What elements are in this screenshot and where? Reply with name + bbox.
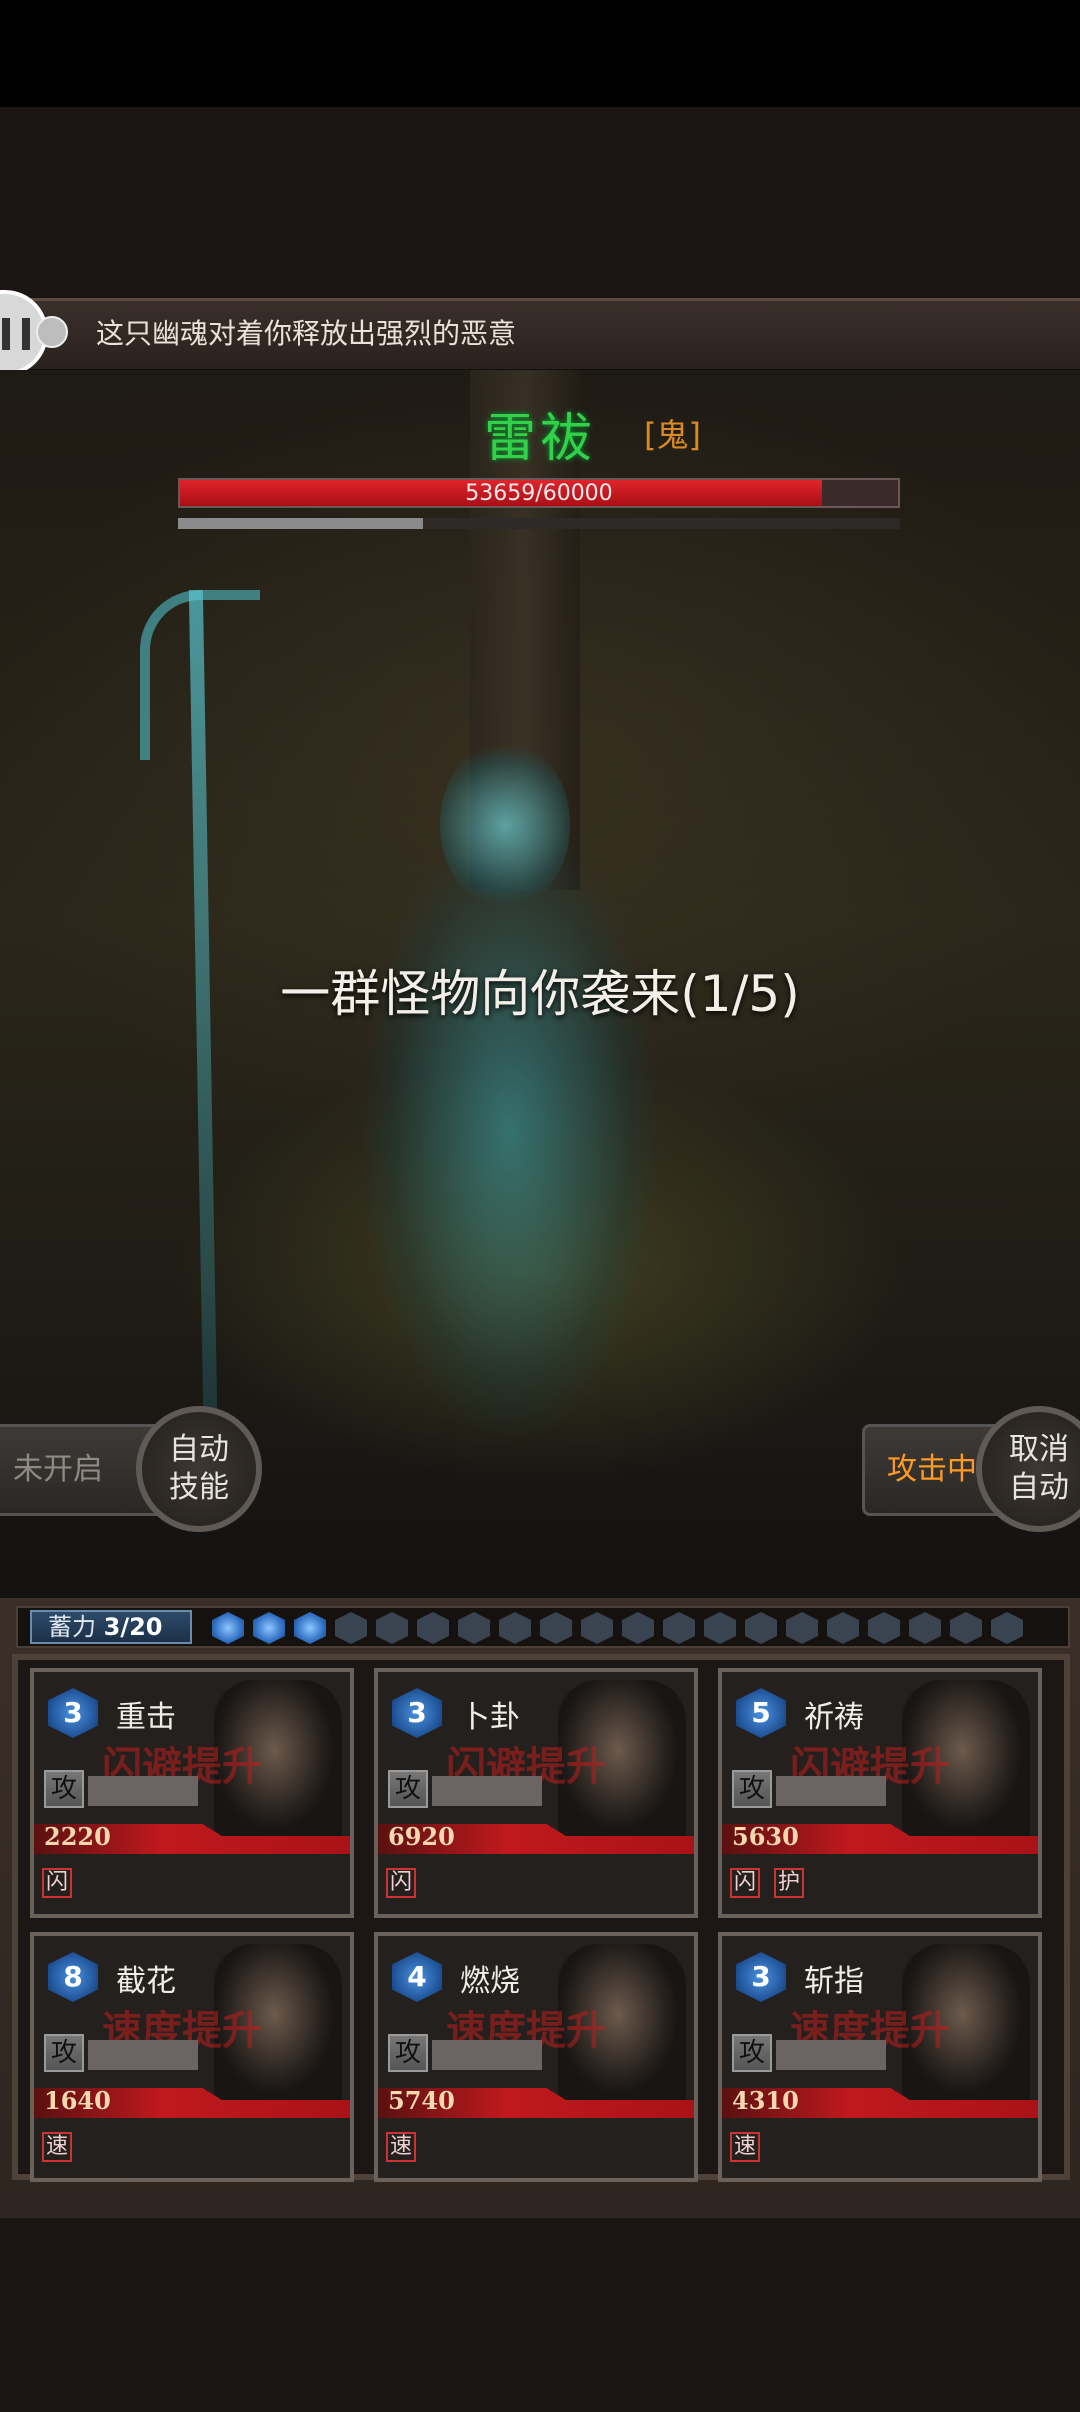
level-badge-icon: 3 (48, 1688, 98, 1738)
level-badge-icon: 4 (392, 1952, 442, 2002)
status-tag: 速 (42, 2132, 72, 2162)
status-tag: 速 (386, 2132, 416, 2162)
skill-name: 重击 (116, 1700, 176, 1735)
message-indicator-icon (36, 316, 68, 348)
attack-icon: 攻 (388, 2034, 428, 2072)
level-badge-icon: 3 (392, 1688, 442, 1738)
attack-bar (776, 1776, 886, 1806)
level-badge-icon: 5 (736, 1688, 786, 1738)
level-badge-icon: 8 (48, 1952, 98, 2002)
level-badge-icon: 3 (736, 1952, 786, 2002)
attack-icon: 攻 (732, 1770, 772, 1808)
charge-label: 蓄力 3/20 (30, 1610, 192, 1644)
skill-name: 截花 (116, 1964, 176, 1999)
skill-card[interactable]: 3 重击 闪避提升攻 2220 闪 (30, 1668, 354, 1918)
monster-secondary-bar (178, 518, 900, 529)
auto-skill-button[interactable]: 自动 技能 (136, 1406, 262, 1532)
auto-skill-label-line2: 技能 (169, 1470, 229, 1505)
skill-card[interactable]: 3 斩指 速度提升攻 4310 速 (718, 1932, 1042, 2182)
status-tag: 速 (730, 2132, 760, 2162)
skill-card[interactable]: 5 祈祷 闪避提升攻 5630 闪护 (718, 1668, 1042, 1918)
charge-title: 蓄力 (48, 1613, 96, 1641)
status-tag: 护 (774, 1868, 804, 1898)
attack-bar (88, 1776, 198, 1806)
status-tags: 闪 (386, 1868, 430, 1902)
status-bar-area (0, 0, 1080, 107)
cancel-auto-label-line2: 自动 (1009, 1470, 1069, 1505)
monster-secondary-fill (178, 518, 424, 529)
skill-name: 斩指 (804, 1964, 864, 1999)
attack-bar (432, 1776, 542, 1806)
status-tag: 闪 (730, 1868, 760, 1898)
status-tags: 闪护 (730, 1868, 818, 1902)
attack-icon: 攻 (732, 2034, 772, 2072)
attack-bar (776, 2040, 886, 2070)
status-tags: 速 (730, 2132, 774, 2166)
hp-value: 5740 (388, 2086, 455, 2115)
monster-hp-text: 53659/60000 (465, 481, 613, 506)
cancel-auto-label-line1: 取消 (1009, 1432, 1069, 1467)
skill-card[interactable]: 3 卜卦 闪避提升攻 6920 闪 (374, 1668, 698, 1918)
hp-value: 5630 (732, 1822, 799, 1851)
attack-icon: 攻 (44, 2034, 84, 2072)
attack-bar (88, 2040, 198, 2070)
attack-icon: 攻 (388, 1770, 428, 1808)
skill-card[interactable]: 4 燃烧 速度提升攻 5740 速 (374, 1932, 698, 2182)
ghost-monster-head (440, 740, 570, 910)
monster-hp-bar: 53659/60000 (178, 478, 900, 508)
skill-name: 祈祷 (804, 1700, 864, 1735)
attack-bar (432, 2040, 542, 2070)
skill-name: 卜卦 (460, 1700, 520, 1735)
monster-type-tag: [鬼] (644, 416, 701, 454)
hp-value: 6920 (388, 1822, 455, 1851)
status-tags: 速 (386, 2132, 430, 2166)
charge-value: 3/20 (103, 1613, 163, 1641)
wave-announcement: 一群怪物向你袭来(1/5) (280, 965, 800, 1023)
hp-value: 4310 (732, 2086, 799, 2115)
status-tags: 速 (42, 2132, 86, 2166)
skill-card[interactable]: 8 截花 速度提升攻 1640 速 (30, 1932, 354, 2182)
status-tag: 闪 (42, 1868, 72, 1898)
hp-value: 1640 (44, 2086, 111, 2115)
monster-name: 雷祓 (483, 409, 596, 469)
status-tag: 闪 (386, 1868, 416, 1898)
attack-icon: 攻 (44, 1770, 84, 1808)
auto-skill-label-line1: 自动 (169, 1432, 229, 1467)
pause-icon (2, 318, 30, 350)
battle-message: 这只幽魂对着你释放出强烈的恶意 (96, 317, 517, 350)
skill-name: 燃烧 (460, 1964, 520, 1999)
hp-value: 2220 (44, 1822, 111, 1851)
status-tags: 闪 (42, 1868, 86, 1902)
